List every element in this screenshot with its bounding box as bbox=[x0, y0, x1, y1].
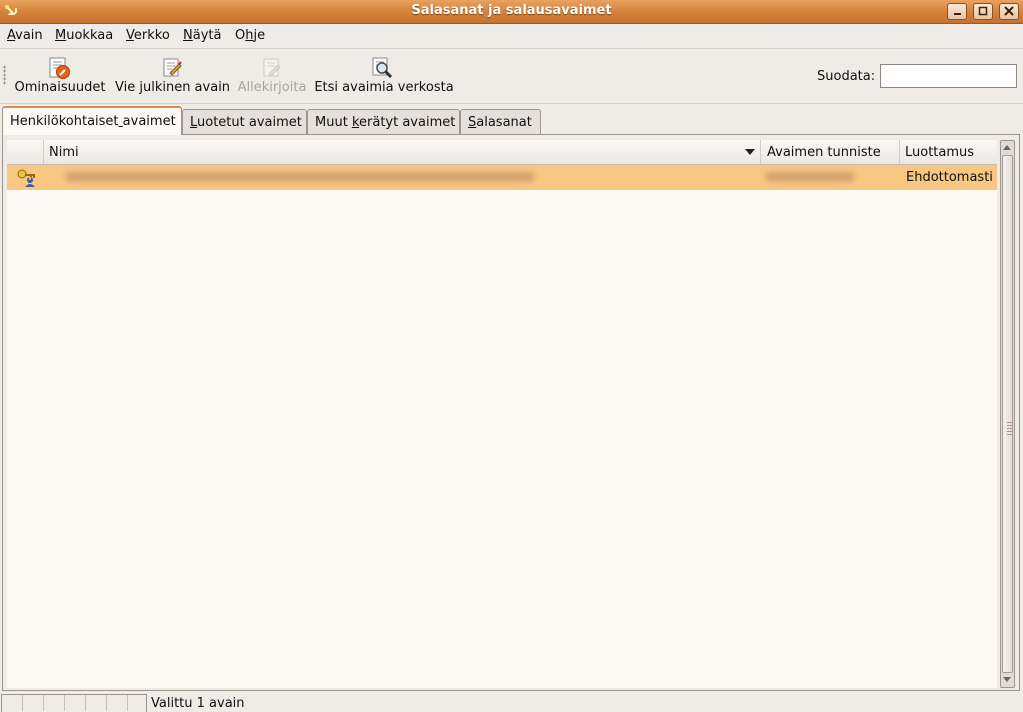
properties-icon bbox=[49, 57, 70, 79]
sign-button[interactable]: Allekirjoita bbox=[237, 49, 307, 101]
sign-label: Allekirjoita bbox=[237, 80, 307, 95]
vertical-scrollbar[interactable] bbox=[1000, 140, 1015, 688]
redacted-key-id bbox=[765, 172, 855, 182]
column-name-label: Nimi bbox=[49, 145, 79, 160]
properties-label: Ominaisuudet bbox=[14, 80, 106, 95]
scroll-down-icon[interactable] bbox=[1003, 677, 1011, 682]
menu-ohje[interactable]: Ohje bbox=[235, 28, 265, 43]
search-remote-label: Etsi avaimia verkosta bbox=[314, 80, 454, 95]
column-name-header[interactable]: Nimi bbox=[44, 140, 761, 164]
menu-nayta[interactable]: Näytä bbox=[183, 28, 221, 43]
tab-trusted-keys[interactable]: Luotetut avaimet bbox=[182, 109, 307, 134]
list-header: Nimi Avaimen tunniste Luottamus bbox=[7, 140, 997, 165]
close-icon bbox=[1004, 6, 1014, 16]
menu-verkko[interactable]: Verkko bbox=[126, 28, 170, 43]
row-trust: Ehdottomasti bbox=[906, 170, 993, 185]
maximize-button[interactable] bbox=[973, 3, 993, 20]
menu-muokkaa[interactable]: Muokkaa bbox=[55, 28, 113, 43]
tab-other-keys[interactable]: Muut kerätyt avaimet bbox=[307, 109, 460, 134]
close-button[interactable] bbox=[999, 3, 1019, 20]
redacted-name bbox=[65, 172, 535, 182]
column-icon-header[interactable] bbox=[7, 140, 44, 164]
window-title: Salasanat ja salausavaimet bbox=[411, 3, 612, 18]
search-remote-button[interactable]: Etsi avaimia verkosta bbox=[314, 49, 454, 101]
scroll-thumb[interactable] bbox=[1002, 155, 1013, 673]
scroll-grip-icon bbox=[1007, 422, 1012, 436]
sort-descending-icon bbox=[745, 149, 755, 155]
status-text: Valittu 1 avain bbox=[151, 696, 245, 711]
filter-input[interactable] bbox=[880, 64, 1017, 88]
title-bar: Salasanat ja salausavaimet bbox=[0, 0, 1023, 24]
menu-bar: Avain Muokkaa Verkko Näytä Ohje bbox=[0, 24, 1023, 48]
search-remote-icon bbox=[372, 57, 393, 79]
export-key-button[interactable]: Vie julkinen avain bbox=[115, 49, 231, 101]
table-row[interactable]: Ehdottomasti bbox=[7, 165, 997, 190]
export-key-label: Vie julkinen avain bbox=[115, 80, 231, 95]
keypair-icon bbox=[17, 169, 35, 187]
minimize-button[interactable] bbox=[947, 3, 967, 20]
tab-personal-keys[interactable]: Henkilökohtaiset avaimet bbox=[2, 106, 182, 135]
column-trust-header[interactable]: Luottamus bbox=[900, 140, 997, 164]
toolbar-separator bbox=[0, 103, 1023, 104]
sign-icon bbox=[263, 58, 281, 77]
minimize-icon bbox=[954, 13, 961, 15]
column-keyid-header[interactable]: Avaimen tunniste bbox=[762, 140, 900, 164]
column-trust-label: Luottamus bbox=[905, 145, 975, 160]
maximize-icon bbox=[978, 6, 988, 16]
properties-button[interactable]: Ominaisuudet bbox=[14, 49, 106, 101]
status-progress-cells bbox=[1, 694, 147, 712]
menu-avain[interactable]: Avain bbox=[7, 28, 43, 43]
filter-label: Suodata: bbox=[817, 69, 876, 84]
export-key-icon bbox=[163, 58, 182, 77]
key-list[interactable]: Nimi Avaimen tunniste Luottamus Ehdottom… bbox=[7, 140, 997, 688]
scroll-up-icon[interactable] bbox=[1003, 145, 1011, 150]
column-keyid-label: Avaimen tunniste bbox=[767, 145, 881, 160]
tab-passwords[interactable]: Salasanat bbox=[460, 109, 541, 134]
status-bar: Valittu 1 avain bbox=[0, 692, 1023, 712]
